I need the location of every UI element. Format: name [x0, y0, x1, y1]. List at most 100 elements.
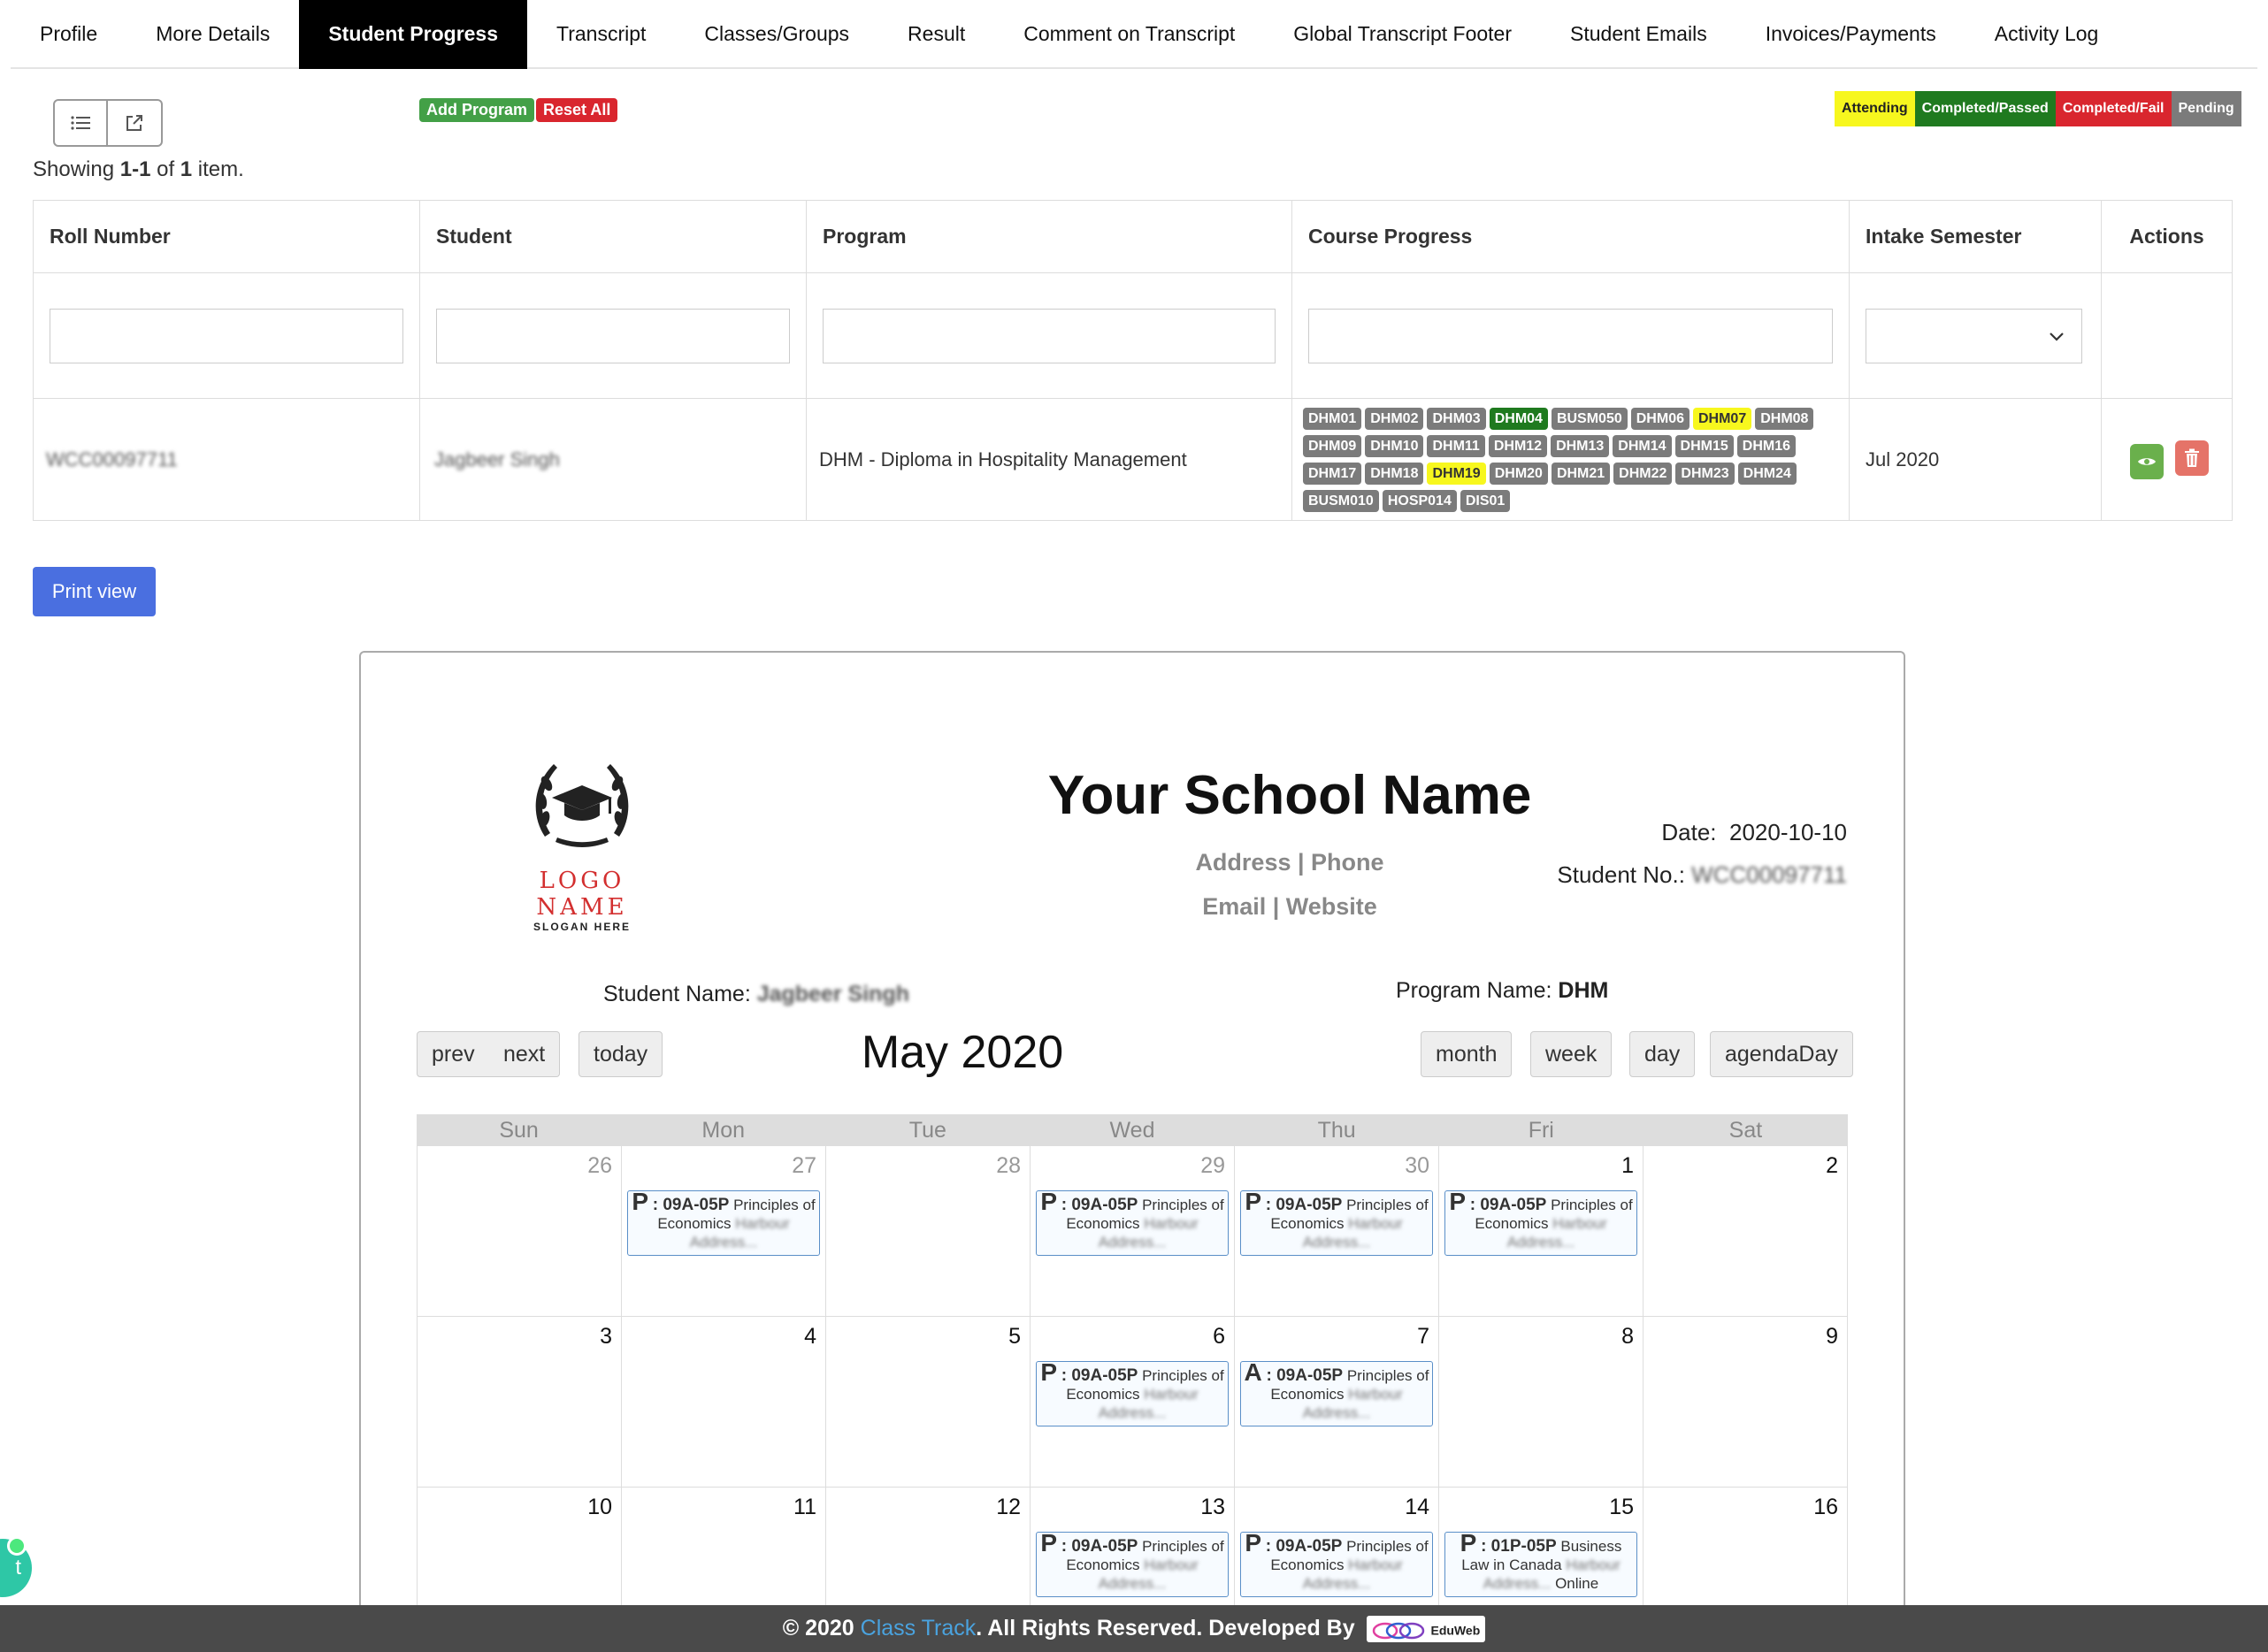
- tab-activity-log[interactable]: Activity Log: [1965, 0, 2128, 69]
- calendar-event[interactable]: P : 09A-05P Principles of Economics Harb…: [627, 1190, 820, 1256]
- tab-comment-on-transcript[interactable]: Comment on Transcript: [994, 0, 1264, 69]
- calendar-week: 26 27 P : 09A-05P Principles of Economics …: [417, 1146, 1848, 1317]
- course-chip[interactable]: DHM07: [1692, 407, 1752, 430]
- course-chip[interactable]: DHM14: [1613, 434, 1672, 457]
- course-progress-filter-input[interactable]: [1308, 308, 1833, 363]
- tab-classes-groups[interactable]: Classes/Groups: [675, 0, 878, 69]
- course-chip[interactable]: DHM08: [1755, 407, 1814, 430]
- course-chip[interactable]: BUSM010: [1303, 489, 1379, 512]
- course-chip[interactable]: DHM11: [1427, 434, 1485, 457]
- program-filter-input[interactable]: [823, 308, 1276, 363]
- course-chip[interactable]: DHM16: [1736, 434, 1796, 457]
- course-chip[interactable]: DHM21: [1551, 462, 1611, 485]
- column-header-student[interactable]: Student: [419, 200, 807, 273]
- calendar-view-week[interactable]: week: [1530, 1031, 1613, 1077]
- event-time: : 09A-05P: [1266, 1366, 1344, 1385]
- reset-all-button[interactable]: Reset All: [536, 98, 618, 122]
- course-chip[interactable]: DHM13: [1551, 434, 1610, 457]
- calendar-day[interactable]: 29 P : 09A-05P Principles of Economics Ha…: [1031, 1146, 1235, 1317]
- column-header-program[interactable]: Program: [806, 200, 1292, 273]
- calendar-day[interactable]: 28: [826, 1146, 1031, 1317]
- calendar-next-button[interactable]: next: [489, 1031, 561, 1077]
- list-view-button[interactable]: [53, 99, 108, 147]
- tab-invoices-payments[interactable]: Invoices/Payments: [1736, 0, 1965, 69]
- course-chip[interactable]: DHM12: [1488, 434, 1548, 457]
- course-chip[interactable]: DHM02: [1365, 407, 1424, 430]
- event-time: : 09A-05P: [1061, 1537, 1138, 1556]
- print-view-button[interactable]: Print view: [33, 567, 156, 616]
- course-chip[interactable]: BUSM050: [1551, 407, 1628, 430]
- calendar-day[interactable]: 2: [1644, 1146, 1848, 1317]
- calendar-event[interactable]: P : 09A-05P Principles of Economics Harb…: [1036, 1361, 1229, 1426]
- calendar-day[interactable]: 26: [417, 1146, 622, 1317]
- student-filter-input[interactable]: [436, 308, 790, 363]
- course-chip[interactable]: DHM06: [1630, 407, 1690, 430]
- add-program-button[interactable]: Add Program: [419, 98, 535, 122]
- sheet-student-no: Student No.: WCC00097711: [1557, 861, 1847, 889]
- tab-more-details[interactable]: More Details: [126, 0, 299, 69]
- calendar-day[interactable]: 8: [1439, 1317, 1644, 1488]
- calendar-today-button[interactable]: today: [578, 1031, 663, 1077]
- course-chip[interactable]: DIS01: [1460, 489, 1511, 512]
- footer-brand-link[interactable]: Class Track: [861, 1616, 977, 1641]
- day-number: 13: [1200, 1495, 1225, 1519]
- course-chip[interactable]: DHM04: [1489, 407, 1548, 430]
- calendar-view-day[interactable]: day: [1629, 1031, 1696, 1077]
- course-chip[interactable]: DHM23: [1675, 462, 1735, 485]
- calendar-prev-button[interactable]: prev: [417, 1031, 490, 1077]
- tab-transcript[interactable]: Transcript: [527, 0, 675, 69]
- calendar-day[interactable]: 30 P : 09A-05P Principles of Economics Ha…: [1235, 1146, 1439, 1317]
- weekday-label: Thu: [1317, 1118, 1356, 1143]
- summary-range: 1-1: [119, 157, 151, 181]
- calendar-event[interactable]: P : 09A-05P Principles of Economics Harb…: [1240, 1190, 1433, 1256]
- calendar-event[interactable]: P : 01P-05P Business Law in Canada Harbo…: [1444, 1532, 1637, 1597]
- calendar-event[interactable]: P : 09A-05P Principles of Economics Harb…: [1240, 1532, 1433, 1597]
- course-chip[interactable]: DHM03: [1427, 407, 1486, 430]
- course-chip[interactable]: DHM18: [1365, 462, 1424, 485]
- course-chip[interactable]: DHM22: [1613, 462, 1673, 485]
- calendar-day[interactable]: 1 P : 09A-05P Principles of Economics Har…: [1439, 1146, 1644, 1317]
- calendar-day[interactable]: 5: [826, 1317, 1031, 1488]
- calendar-day[interactable]: 9: [1644, 1317, 1848, 1488]
- course-chip[interactable]: DHM19: [1427, 462, 1486, 485]
- roll-number-filter-input[interactable]: [50, 308, 403, 363]
- calendar-day[interactable]: 7 A : 09A-05P Principles of Economics Har…: [1235, 1317, 1439, 1488]
- course-chip[interactable]: DHM17: [1303, 462, 1362, 485]
- course-chip[interactable]: DHM09: [1303, 434, 1362, 457]
- tab-result[interactable]: Result: [878, 0, 994, 69]
- view-button[interactable]: [2130, 443, 2165, 479]
- export-button[interactable]: [108, 99, 163, 147]
- column-header-roll-number[interactable]: Roll Number: [33, 200, 420, 273]
- calendar-event[interactable]: P : 09A-05P Principles of Economics Harb…: [1444, 1190, 1637, 1256]
- calendar-day[interactable]: 6 P : 09A-05P Principles of Economics Har…: [1031, 1317, 1235, 1488]
- calendar-day[interactable]: 4: [622, 1317, 826, 1488]
- tab-profile[interactable]: Profile: [11, 0, 126, 69]
- course-chip[interactable]: DHM01: [1303, 407, 1362, 430]
- calendar-event[interactable]: P : 09A-05P Principles of Economics Harb…: [1036, 1190, 1229, 1256]
- course-chip[interactable]: HOSP014: [1382, 489, 1457, 512]
- course-chip[interactable]: DHM20: [1489, 462, 1548, 485]
- tab-student-progress[interactable]: Student Progress: [299, 0, 528, 69]
- eye-icon: [2138, 457, 2157, 465]
- column-header-intake-semester[interactable]: Intake Semester: [1849, 200, 2102, 273]
- tab-student-emails[interactable]: Student Emails: [1541, 0, 1736, 69]
- course-chip[interactable]: DHM10: [1365, 434, 1424, 457]
- table-row: WCC00097711 Jagbeer Singh DHM - Diploma …: [33, 398, 2233, 521]
- legend-completed-fail: Completed/Fail: [2055, 91, 2172, 126]
- calendar-event[interactable]: A : 09A-05P Principles of Economics Harb…: [1240, 1361, 1433, 1426]
- calendar-day[interactable]: 3: [417, 1317, 622, 1488]
- event-time: : 09A-05P: [1265, 1196, 1343, 1214]
- calendar-view-month[interactable]: month: [1421, 1031, 1513, 1077]
- student-name-value: Jagbeer Singh: [434, 447, 560, 470]
- delete-button[interactable]: [2174, 440, 2209, 476]
- calendar-view-agenda-day[interactable]: agendaDay: [1710, 1031, 1853, 1077]
- course-chip[interactable]: DHM15: [1674, 434, 1734, 457]
- calendar-event[interactable]: P : 09A-05P Principles of Economics Harb…: [1036, 1532, 1229, 1597]
- course-chip[interactable]: DHM24: [1737, 462, 1797, 485]
- tab-global-transcript-footer[interactable]: Global Transcript Footer: [1264, 0, 1541, 69]
- graduation-cap-icon: [535, 764, 629, 847]
- calendar-day[interactable]: 27 P : 09A-05P Principles of Economics Ha…: [622, 1146, 826, 1317]
- intake-semester-filter-select[interactable]: [1866, 308, 2082, 363]
- student-cell: Jagbeer Singh: [419, 398, 807, 521]
- developer-logo[interactable]: EduWeb: [1366, 1616, 1486, 1643]
